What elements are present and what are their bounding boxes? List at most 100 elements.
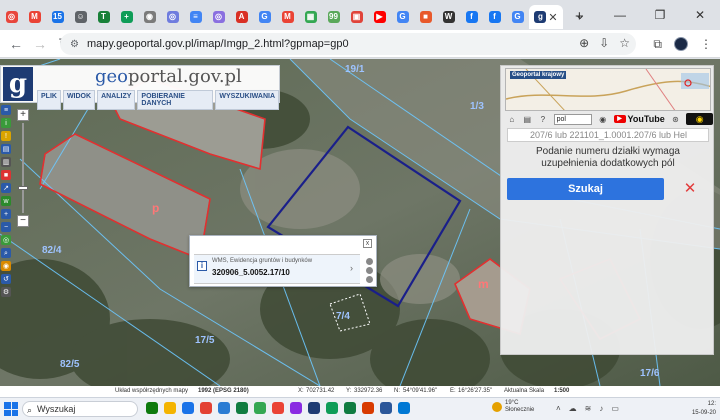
close-tab-icon[interactable]: ✕ [548,11,557,24]
browser-tab[interactable]: f [483,5,506,29]
scroll-dot-icon[interactable] [366,267,373,274]
taskbar-app-icon[interactable] [326,402,338,414]
tool-icon[interactable]: ! [1,131,11,141]
browser-menu-icon[interactable]: ⋮ [700,37,712,51]
browser-tab[interactable]: f [460,5,483,29]
browser-tab[interactable]: ◎ [161,5,184,29]
address-bar[interactable]: ⚙ mapy.geoportal.gov.pl/imap/Imgp_2.html… [60,33,636,55]
minimize-button[interactable]: — [600,8,640,22]
browser-tab[interactable]: A [230,5,253,29]
taskbar-search[interactable]: ⌕ Wyszukaj [22,401,138,417]
browser-tab[interactable]: ▦ [299,5,322,29]
bookmark-star-icon[interactable]: ☆ [619,36,630,50]
browser-tab[interactable]: + [115,5,138,29]
tray-chevron-icon[interactable]: ˄ [556,404,561,413]
taskbar-app-icon[interactable] [290,402,302,414]
taskbar-app-icon[interactable] [380,402,392,414]
taskbar-app-icon[interactable] [164,402,176,414]
tab-search-icon[interactable]: ⌄ [560,8,600,22]
network-icon[interactable]: ≋ [585,404,592,413]
taskbar-app-icon[interactable] [182,402,194,414]
taskbar-app-icon[interactable] [308,402,320,414]
site-info-icon[interactable]: ⚙ [70,39,79,50]
wms-icon[interactable]: w [1,196,11,206]
restore-button[interactable]: ❐ [640,8,680,22]
menu-search[interactable]: WYSZUKIWANIA [215,90,279,110]
browser-tab[interactable]: ◎ [0,5,23,29]
overview-map[interactable]: Geoportal krajowy [505,68,711,111]
menu-file[interactable]: PLIK [37,90,61,110]
accessibility-icon[interactable]: ⊛ [671,114,681,124]
search-button[interactable]: Szukaj [507,178,664,200]
profile-avatar[interactable] [674,37,688,51]
browser-tab[interactable]: ▶ [368,5,391,29]
browser-tab[interactable]: g ✕ [529,5,563,29]
menu-download[interactable]: POBIERANIE DANYCH [137,90,214,110]
browser-tab[interactable]: 15 [46,5,69,29]
taskbar-app-icon[interactable] [272,402,284,414]
zoom-out-button[interactable]: − [17,215,29,227]
close-window-button[interactable]: ✕ [680,8,720,22]
scroll-up-icon[interactable] [366,258,373,265]
zoom-out-tool-icon[interactable]: − [1,222,11,232]
taskbar-app-icon[interactable] [254,402,266,414]
browser-tab[interactable]: ◉ [138,5,161,29]
back-button[interactable]: ← [4,36,28,52]
browser-tab[interactable]: G [391,5,414,29]
youtube-link[interactable]: ▶ YouTube [613,114,665,124]
browser-tab[interactable]: G [506,5,529,29]
parcel-search-input[interactable]: 207/6 lub 221101_1.0001.207/6 lub Hel [507,128,709,142]
browser-tab[interactable]: ◎ [207,5,230,29]
taskbar-app-icon[interactable] [398,402,410,414]
geoportal-logo[interactable]: g [3,67,33,101]
browser-tab[interactable]: ☺ [69,5,92,29]
menu-analysis[interactable]: ANALIZY [97,90,136,110]
url-text[interactable]: mapy.geoportal.gov.pl/imap/Imgp_2.html?g… [87,38,349,50]
zoom-icon[interactable]: ⊕ [579,36,589,50]
help-icon[interactable]: ? [538,114,548,124]
taskbar-app-icon[interactable] [236,402,248,414]
clock[interactable]: 12: 15-09-20 [692,400,716,418]
settings-icon[interactable]: ⚙ [1,287,11,297]
taskbar-app-icon[interactable] [218,402,230,414]
zoom-slider-track[interactable] [18,123,28,213]
taskbar-app-icon[interactable] [362,402,374,414]
speaker-icon[interactable]: ♪ [599,404,603,413]
globe-icon[interactable]: ◎ [1,235,11,245]
start-button[interactable] [4,402,18,416]
draw-icon[interactable]: ■ [1,170,11,180]
clear-search-button[interactable]: ✕ [683,178,697,200]
map-viewport[interactable]: 82/4 7/4 82/5 17/5 17/6 1/3 19/1 p m g g… [0,59,720,386]
streetview-icon[interactable]: ◉ [1,261,11,271]
browser-tab[interactable]: ▣ [345,5,368,29]
history-icon[interactable]: ↺ [1,274,11,284]
measure-icon[interactable]: ▥ [1,157,11,167]
crs-value[interactable]: 1992 (EPSG 2180) [198,388,249,394]
browser-tab[interactable]: ≡ [184,5,207,29]
taskbar-app-icon[interactable] [146,402,158,414]
zoom-in-button[interactable]: + [17,109,29,121]
home-icon[interactable]: ⌂ [507,114,517,124]
extensions-icon[interactable]: ⧉ [653,37,662,52]
battery-icon[interactable]: ▭ [611,404,619,413]
eye-icon[interactable]: ◉ [686,113,713,125]
chevron-right-icon[interactable]: › [350,263,353,273]
search-map-icon[interactable]: ⌕ [1,248,11,258]
browser-tab[interactable]: G [253,5,276,29]
info-icon[interactable]: i [1,118,11,128]
install-app-icon[interactable]: ⇩ [599,36,609,50]
taskbar-app-icon[interactable] [200,402,212,414]
browser-tab[interactable]: ■ [414,5,437,29]
cloud-icon[interactable]: ☁ [569,404,577,413]
browser-tab[interactable]: M [276,5,299,29]
forward-button[interactable]: → [28,36,52,52]
print-icon[interactable]: ▤ [1,144,11,154]
zoom-in-tool-icon[interactable]: + [1,209,11,219]
browser-tab[interactable]: T [92,5,115,29]
popup-close-button[interactable]: x [363,239,372,248]
browser-tab[interactable]: 99 [322,5,345,29]
scroll-down-icon[interactable] [366,276,373,283]
layers-icon[interactable]: ≡ [1,105,11,115]
pegman-icon[interactable]: ◉ [598,114,608,124]
taskbar-app-icon[interactable] [344,402,356,414]
